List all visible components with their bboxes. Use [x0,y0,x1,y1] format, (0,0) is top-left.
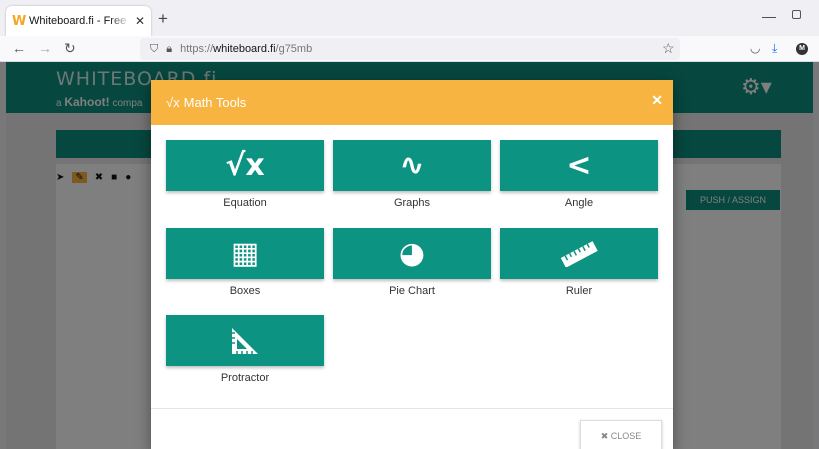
browser-tab[interactable]: W Whiteboard.fi - Free online whi ✕ [6,6,151,36]
tab-close-icon[interactable]: ✕ [135,14,145,28]
pie-chart-button[interactable]: ◕ [333,228,491,279]
tool-label: Protractor [220,372,270,384]
modal-footer: ✖ CLOSE [151,408,673,449]
tool-label: Ruler [565,285,593,297]
graph-icon: ∿ [399,148,425,183]
boxes-icon: ▦ [230,236,260,271]
whiteboard-favicon-icon: W [12,13,27,29]
restore-button[interactable] [792,10,801,19]
tool-angle[interactable]: < Angle [500,140,658,209]
address-bar[interactable]: ⛉ 🔒︎ https://whiteboard.fi/g75mb [140,38,680,60]
math-tools-modal: √x Math Tools ✕ √x Equation ∿ Graphs < A… [151,80,673,449]
bookmark-star-icon[interactable]: ☆ [662,40,675,57]
tool-label: Angle [564,197,594,209]
url-text[interactable]: https://whiteboard.fi/g75mb [180,43,312,55]
tool-graphs[interactable]: ∿ Graphs [333,140,491,209]
equation-icon: √x [225,148,265,183]
browser-navbar: ← → ↻ ⛉ 🔒︎ https://whiteboard.fi/g75mb ☆… [0,36,819,62]
download-icon[interactable]: ⤓ [772,41,777,56]
tool-ruler[interactable]: Ruler [500,228,658,297]
browser-tabbar: W Whiteboard.fi - Free online whi ✕ + — [0,0,819,36]
reload-icon[interactable]: ↻ [64,40,76,57]
ruler-icon [560,240,598,267]
close-button[interactable]: ✖ CLOSE [580,420,662,449]
lock-icon[interactable]: 🔒︎ [166,43,172,56]
tool-equation[interactable]: √x Equation [166,140,324,209]
tool-protractor[interactable]: Protractor [166,315,324,384]
tool-label: Boxes [229,285,261,297]
angle-button[interactable]: < [500,140,658,191]
graphs-button[interactable]: ∿ [333,140,491,191]
tool-label: Equation [223,197,267,209]
modal-title: Math Tools [183,95,247,110]
shield-icon[interactable]: ⛉ [150,43,158,56]
back-icon[interactable]: ← [12,40,26,56]
account-avatar[interactable]: M [796,43,808,55]
forward-icon[interactable]: → [38,40,52,56]
tab-title: Whiteboard.fi - Free online whi [29,15,130,27]
new-tab-button[interactable]: + [158,9,168,29]
equation-button[interactable]: √x [166,140,324,191]
tool-label: Pie Chart [389,285,435,297]
modal-header: √x Math Tools ✕ [151,80,673,125]
angle-icon: < [566,148,592,183]
protractor-button[interactable] [166,315,324,366]
boxes-button[interactable]: ▦ [166,228,324,279]
tool-label: Graphs [393,197,431,209]
sqrt-icon: √x [166,95,180,110]
close-icon[interactable]: ✕ [651,92,663,109]
pocket-icon[interactable]: ◡ [750,41,760,55]
protractor-icon [232,327,258,354]
minimize-button[interactable]: — [762,8,776,24]
tool-pie-chart[interactable]: ◕ Pie Chart [333,228,491,297]
tool-boxes[interactable]: ▦ Boxes [166,228,324,297]
ruler-button[interactable] [500,228,658,279]
pie-chart-icon: ◕ [398,236,426,271]
